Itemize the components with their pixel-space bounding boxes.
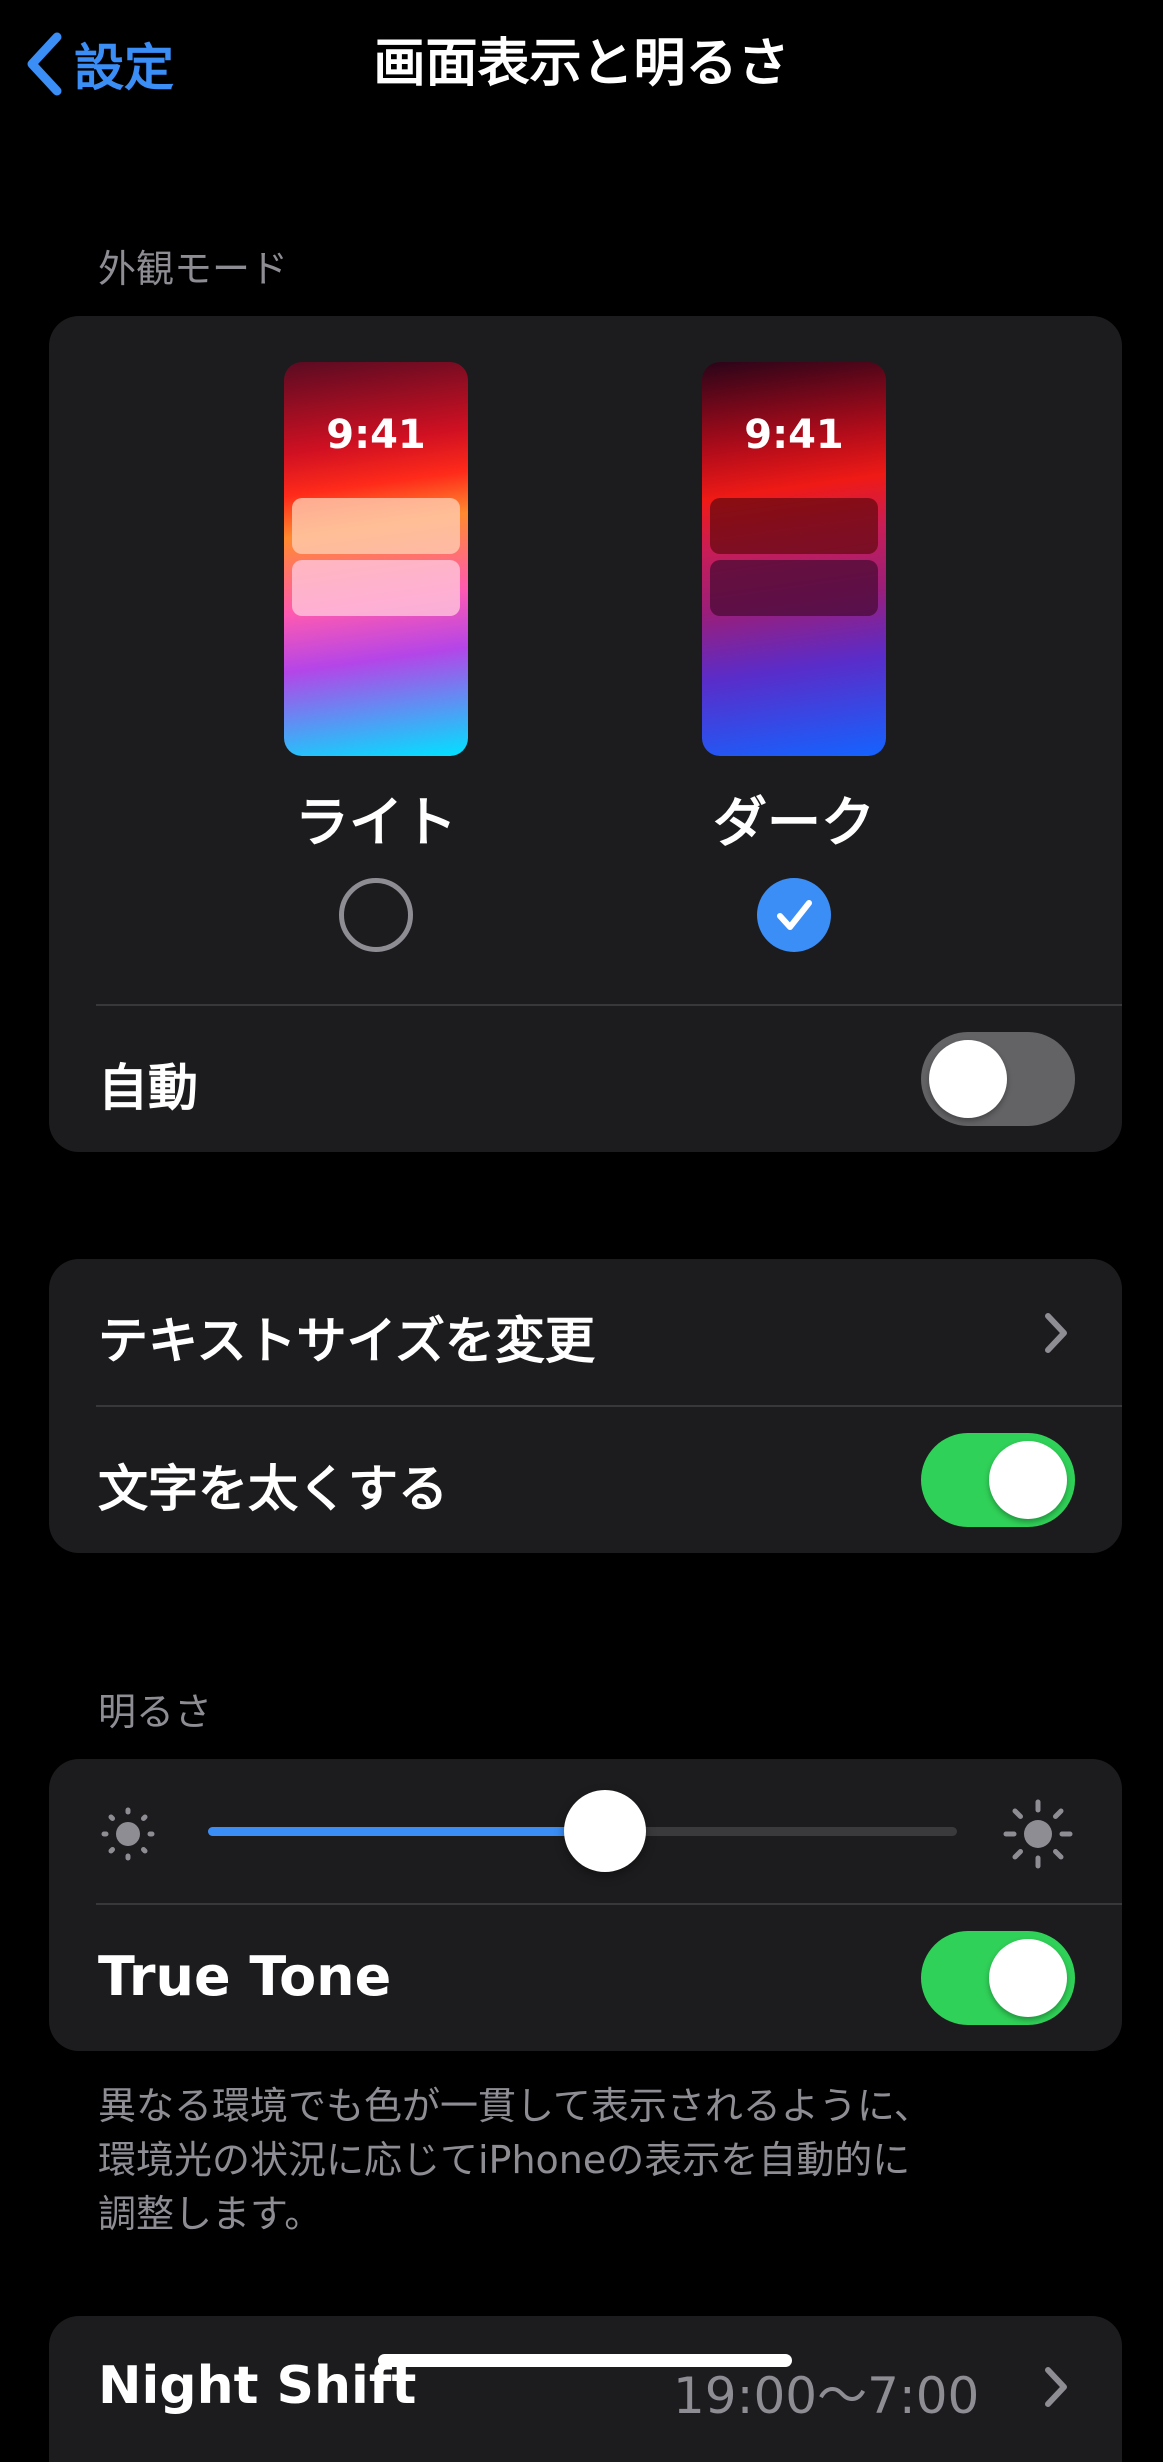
brightness-slider-row bbox=[49, 1759, 1122, 1903]
true-tone-toggle[interactable] bbox=[921, 1931, 1075, 2025]
chevron-right-icon bbox=[1045, 2367, 1067, 2407]
bold-text-label: 文字を太くする bbox=[98, 1460, 448, 1518]
page-title: 画面表示と明るさ bbox=[373, 34, 790, 94]
dark-mode-preview[interactable]: 9:41 bbox=[702, 362, 886, 756]
appearance-section-header: 外観モード bbox=[98, 247, 289, 291]
text-size-label: テキストサイズを変更 bbox=[98, 1312, 595, 1370]
auto-appearance-toggle[interactable] bbox=[921, 1032, 1075, 1126]
true-tone-label: True Tone bbox=[98, 1945, 392, 2008]
night-shift-group: Night Shift 19:00～7:00 bbox=[49, 2316, 1122, 2462]
checkmark-icon bbox=[777, 900, 812, 930]
sun-small-icon bbox=[101, 1807, 155, 1861]
night-shift-row[interactable]: Night Shift 19:00～7:00 bbox=[49, 2316, 1122, 2462]
light-preview-widget bbox=[292, 498, 460, 554]
appearance-group: 9:41 9:41 ライト ダーク 自動 bbox=[49, 316, 1122, 1152]
light-mode-radio[interactable] bbox=[339, 878, 413, 952]
light-preview-time: 9:41 bbox=[326, 412, 426, 458]
sun-large-icon bbox=[1003, 1799, 1073, 1869]
text-size-row[interactable]: テキストサイズを変更 bbox=[49, 1259, 1122, 1405]
true-tone-footer: 異なる環境でも色が一貫して表示されるように、 環境光の状況に応じてiPhoneの… bbox=[98, 2079, 1098, 2241]
auto-appearance-label: 自動 bbox=[98, 1059, 198, 1117]
dark-preview-widget bbox=[710, 498, 878, 554]
toggle-knob bbox=[929, 1040, 1007, 1118]
brightness-slider-fill bbox=[208, 1827, 605, 1836]
bold-text-row: 文字を太くする bbox=[49, 1407, 1122, 1553]
toggle-knob bbox=[989, 1441, 1067, 1519]
footer-line: 調整します。 bbox=[98, 2192, 323, 2236]
navigation-bar: 設定 画面表示と明るさ bbox=[0, 0, 1163, 130]
text-group: テキストサイズを変更 文字を太くする bbox=[49, 1259, 1122, 1553]
footer-line: 環境光の状況に応じてiPhoneの表示を自動的に bbox=[98, 2138, 911, 2182]
brightness-group: True Tone bbox=[49, 1759, 1122, 2051]
footer-line: 異なる環境でも色が一貫して表示されるように、 bbox=[98, 2084, 932, 2128]
brightness-slider-thumb[interactable] bbox=[563, 1790, 646, 1872]
true-tone-row: True Tone bbox=[49, 1905, 1122, 2051]
dark-mode-radio[interactable] bbox=[757, 878, 831, 952]
toggle-knob bbox=[989, 1939, 1067, 2017]
dark-mode-label: ダーク bbox=[713, 791, 875, 854]
auto-appearance-row: 自動 bbox=[49, 1006, 1122, 1152]
light-mode-preview[interactable]: 9:41 bbox=[284, 362, 468, 756]
light-mode-label: ライト bbox=[295, 791, 457, 854]
brightness-section-header: 明るさ bbox=[98, 1690, 213, 1734]
bold-text-toggle[interactable] bbox=[921, 1433, 1075, 1527]
dark-preview-time: 9:41 bbox=[744, 412, 844, 458]
dark-preview-widget bbox=[710, 560, 878, 616]
chevron-right-icon bbox=[1045, 1313, 1067, 1353]
light-preview-widget bbox=[292, 560, 460, 616]
home-indicator bbox=[378, 2354, 792, 2367]
night-shift-label: Night Shift bbox=[98, 2356, 417, 2416]
